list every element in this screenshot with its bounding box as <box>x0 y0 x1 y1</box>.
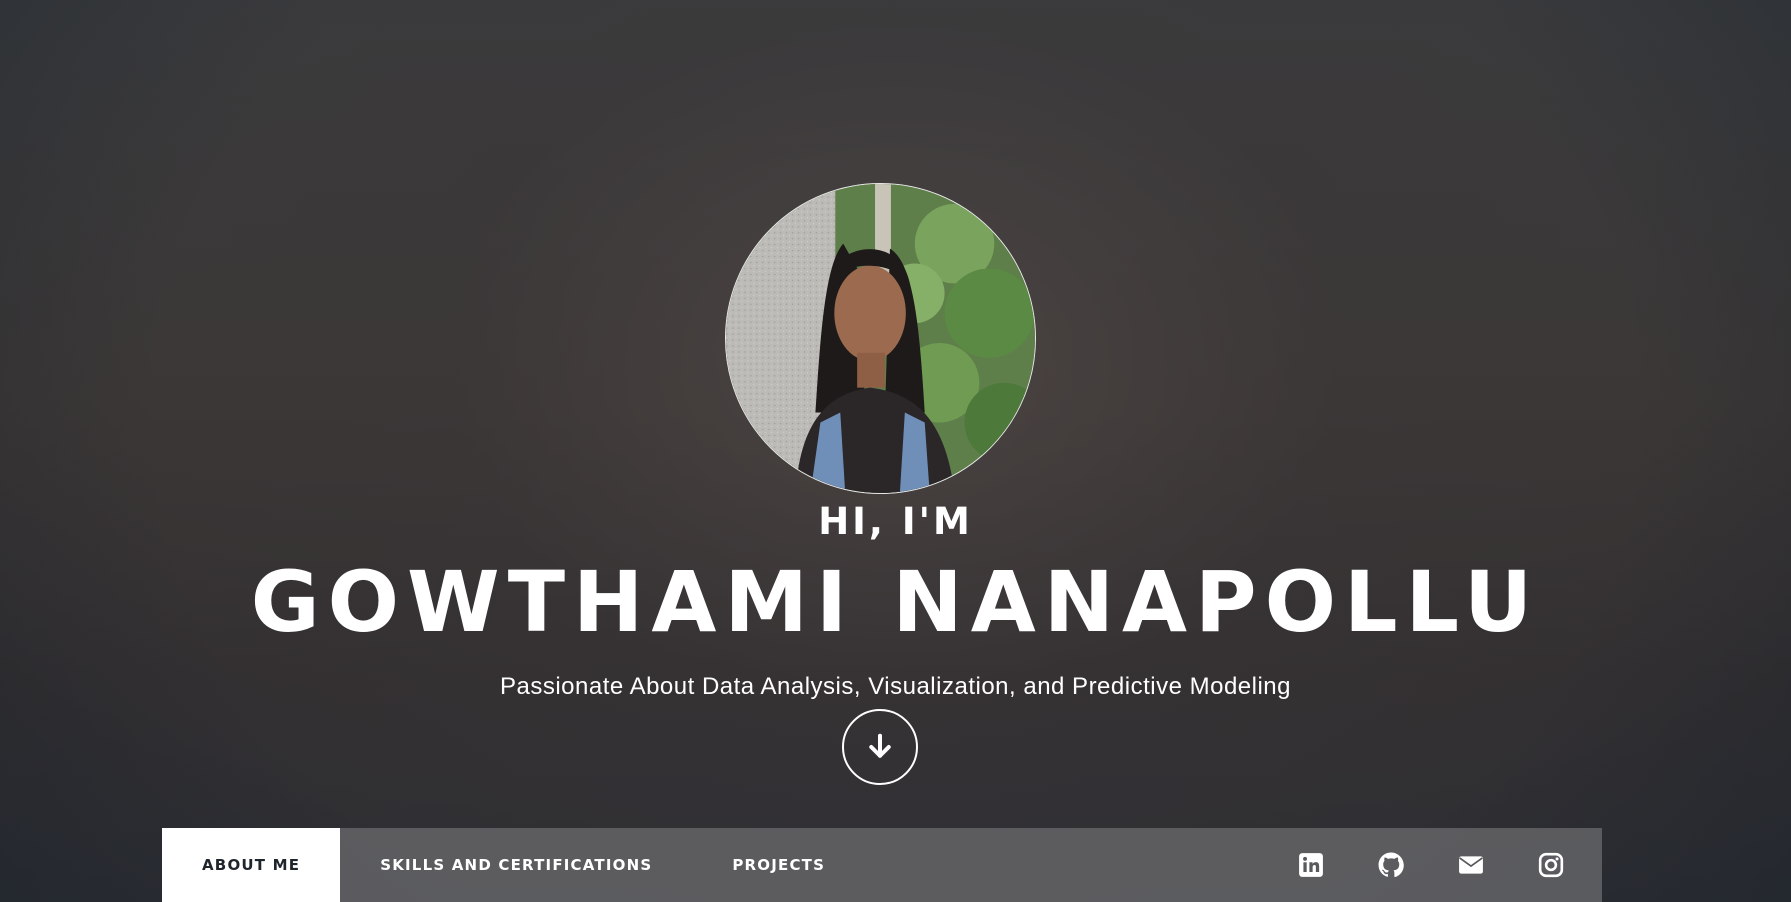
envelope-icon <box>1459 856 1483 874</box>
tab-skills-and-certifications[interactable]: SKILLS AND CERTIFICATIONS <box>340 828 692 902</box>
linkedin-icon <box>1299 853 1323 877</box>
instagram-link[interactable] <box>1538 852 1564 878</box>
scroll-down-button[interactable] <box>842 709 918 785</box>
tab-projects[interactable]: PROJECTS <box>692 828 865 902</box>
github-icon <box>1378 852 1404 878</box>
hero-section: HI, I'M GOWTHAMI NANAPOLLU Passionate Ab… <box>0 0 1791 828</box>
instagram-icon <box>1538 852 1564 878</box>
social-links <box>1244 828 1602 902</box>
tagline: Passionate About Data Analysis, Visualiz… <box>499 673 1291 700</box>
profile-photo-illustration <box>726 184 1035 493</box>
linkedin-link[interactable] <box>1298 852 1324 878</box>
email-link[interactable] <box>1458 852 1484 878</box>
main-navbar: ABOUT ME SKILLS AND CERTIFICATIONS PROJE… <box>162 828 1602 902</box>
page-title: GOWTHAMI NANAPOLLU <box>250 553 1541 651</box>
tab-about-me[interactable]: ABOUT ME <box>162 828 341 902</box>
github-link[interactable] <box>1378 852 1404 878</box>
greeting-text: HI, I'M <box>818 500 973 543</box>
arrow-down-icon <box>869 733 891 758</box>
profile-photo <box>725 183 1036 494</box>
